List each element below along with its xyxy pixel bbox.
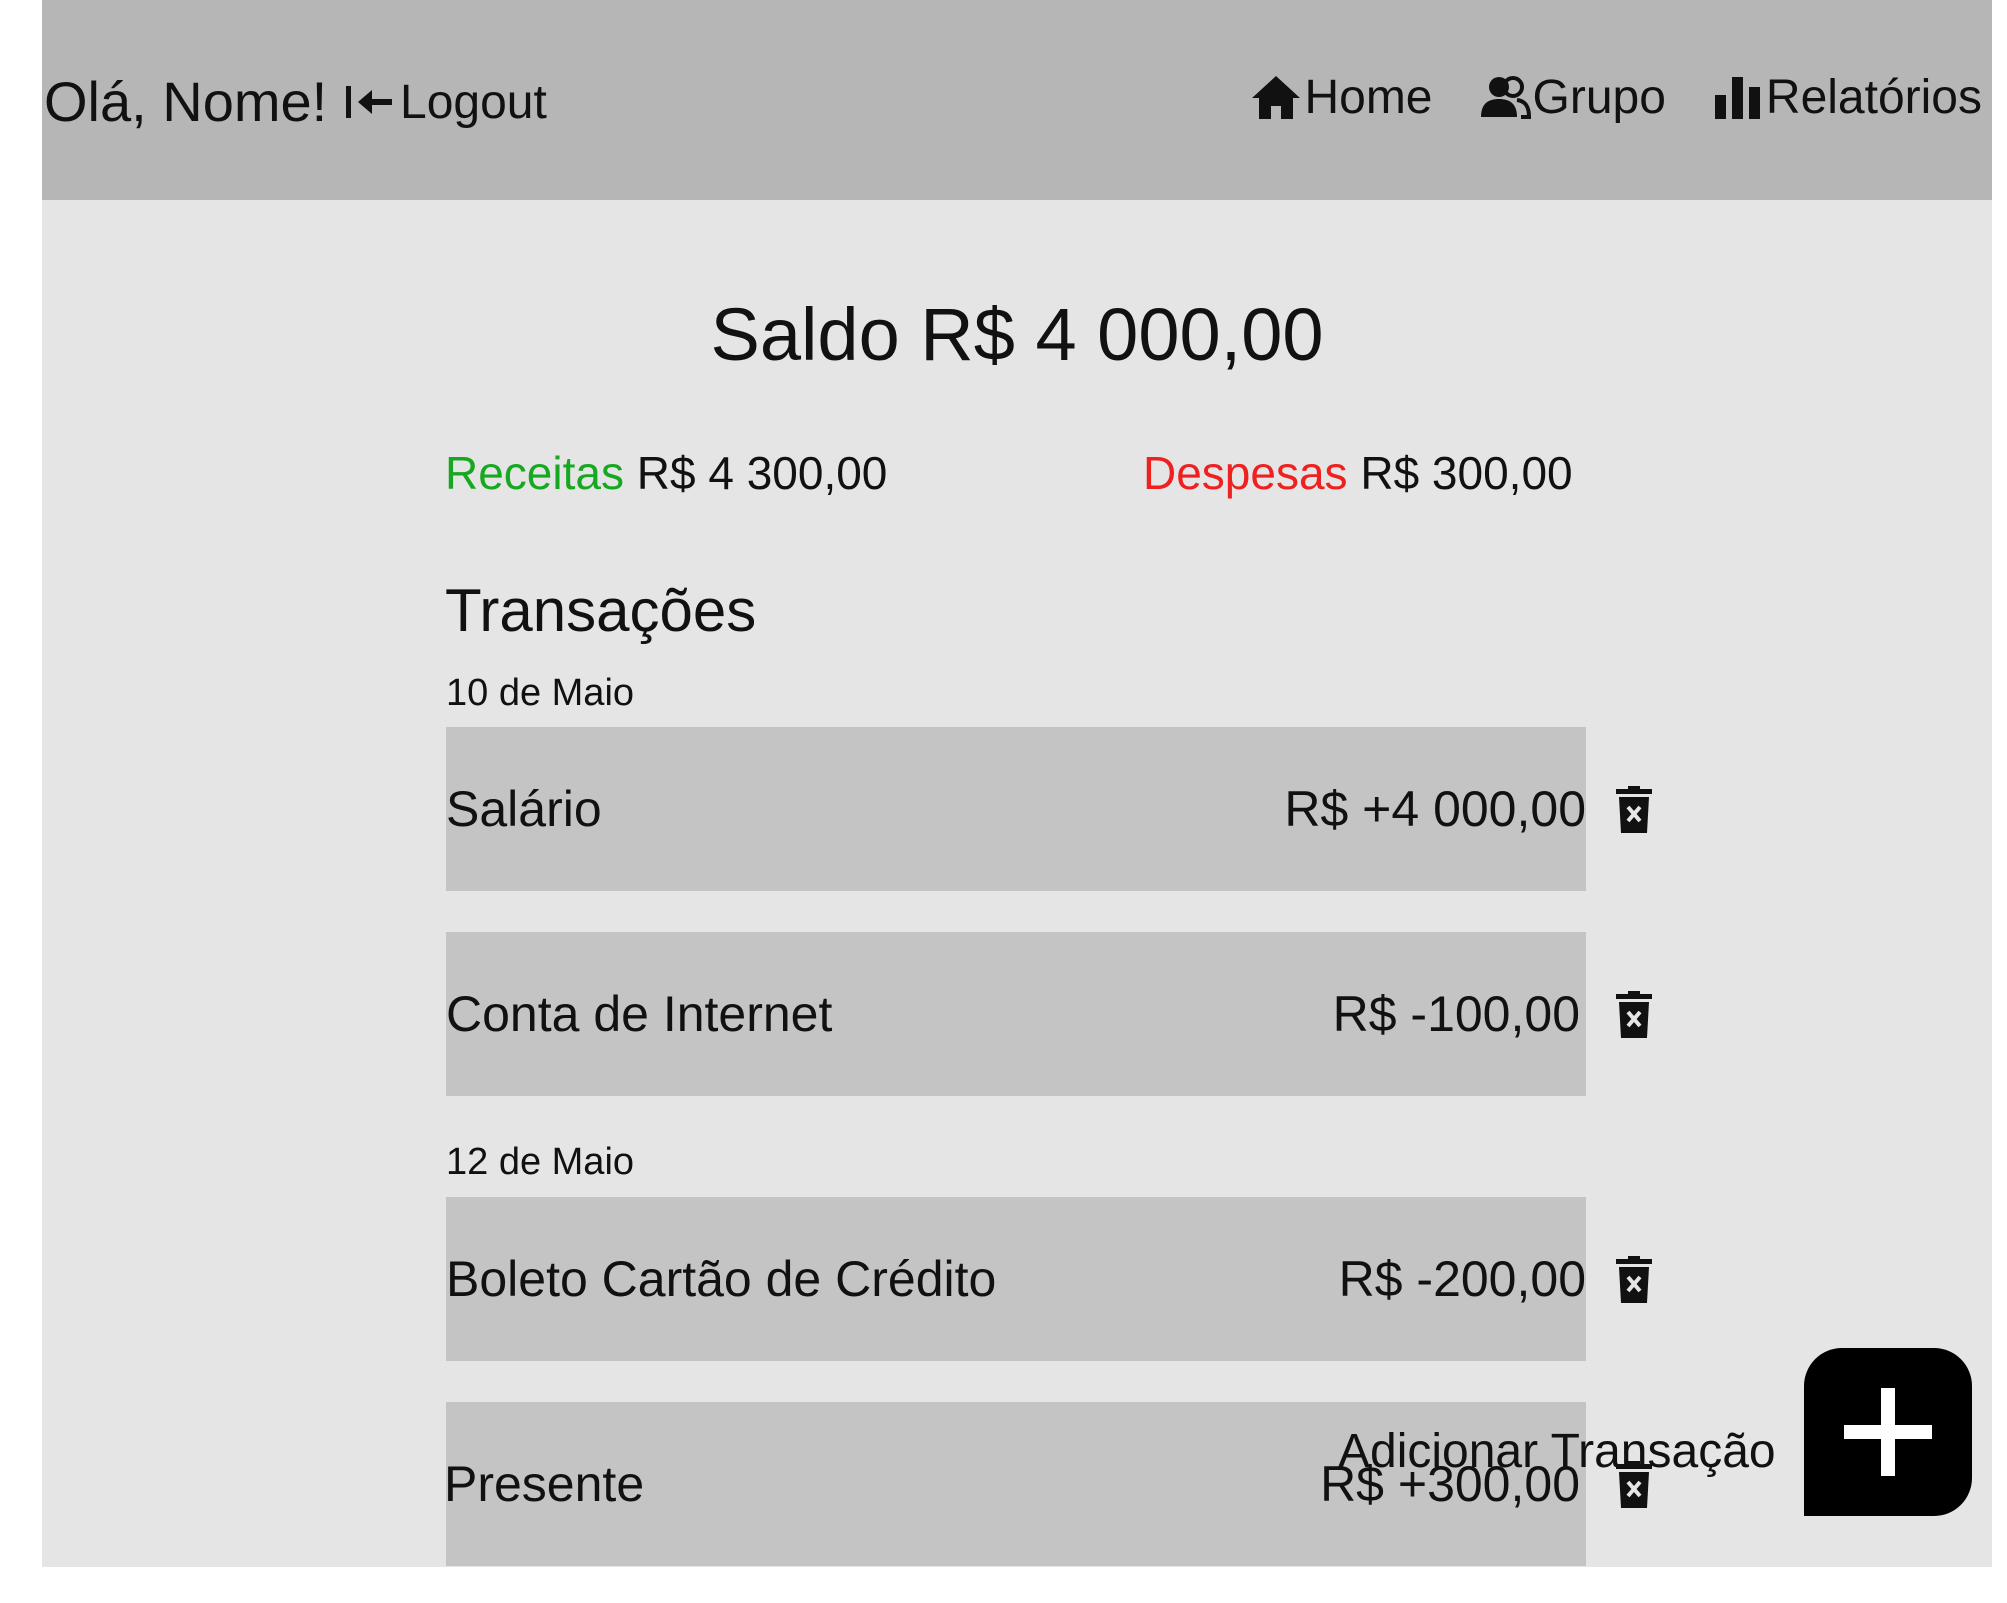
balance-value: R$ 4 000,00 — [920, 293, 1324, 376]
date-group-label: 12 de Maio — [446, 1141, 635, 1183]
transaction-description: Conta de Internet — [446, 986, 833, 1042]
home-icon — [1252, 75, 1301, 119]
group-icon — [1480, 75, 1531, 119]
nav-label-grupo: Grupo — [1532, 71, 1666, 124]
logout-icon — [346, 86, 392, 118]
nav-item-home[interactable]: Home — [1250, 70, 1433, 125]
delete-transaction-icon[interactable] — [1614, 1256, 1654, 1304]
transaction-description: Boleto Cartão de Crédito — [446, 1251, 997, 1307]
balance-label: Saldo — [710, 293, 900, 376]
delete-transaction-icon[interactable] — [1614, 991, 1654, 1039]
nav-label-home: Home — [1304, 71, 1433, 124]
plus-icon — [1844, 1388, 1932, 1476]
top-bar: Olá, Nome! Logout Home Grupo Relatórios — [42, 0, 1992, 200]
transaction-description: Presente — [444, 1456, 645, 1512]
transaction-row[interactable]: Conta de Internet R$ -100,00 — [446, 932, 1586, 1096]
delete-transaction-icon[interactable] — [1614, 786, 1654, 834]
balance-display: Saldo R$ 4 000,00 — [42, 292, 1992, 378]
income-value: R$ 4 300,00 — [636, 447, 888, 499]
transaction-amount: R$ -100,00 — [1332, 986, 1580, 1042]
income-summary: Receitas R$ 4 300,00 — [445, 446, 887, 500]
add-transaction-button[interactable] — [1804, 1348, 1972, 1516]
date-group-label: 10 de Maio — [446, 672, 635, 714]
greeting-text: Olá, Nome! — [44, 70, 328, 133]
transaction-row[interactable]: Salário R$ +4 000,00 — [446, 727, 1586, 891]
income-label: Receitas — [445, 447, 624, 499]
transaction-row[interactable]: Boleto Cartão de Crédito R$ -200,00 — [446, 1197, 1586, 1361]
expense-value: R$ 300,00 — [1360, 447, 1573, 499]
main-nav: Home Grupo Relatórios — [1250, 70, 1982, 125]
nav-item-grupo[interactable]: Grupo — [1479, 70, 1666, 125]
logout-label: Logout — [400, 75, 547, 129]
app-window: Olá, Nome! Logout Home Grupo Relatórios … — [42, 0, 1992, 1567]
expense-summary: Despesas R$ 300,00 — [1143, 446, 1573, 500]
bar-chart-icon — [1714, 76, 1760, 119]
nav-item-relatorios[interactable]: Relatórios — [1712, 70, 1982, 125]
expense-label: Despesas — [1143, 447, 1348, 499]
transaction-amount: R$ +4 000,00 — [1284, 781, 1586, 837]
logout-button[interactable]: Logout — [344, 66, 547, 138]
transaction-amount: R$ -200,00 — [1338, 1251, 1586, 1307]
add-transaction-label: Adicionar Transação — [1338, 1425, 1776, 1478]
transaction-description: Salário — [446, 781, 602, 837]
transactions-title: Transações — [445, 577, 757, 644]
nav-label-relatorios: Relatórios — [1765, 71, 1982, 124]
